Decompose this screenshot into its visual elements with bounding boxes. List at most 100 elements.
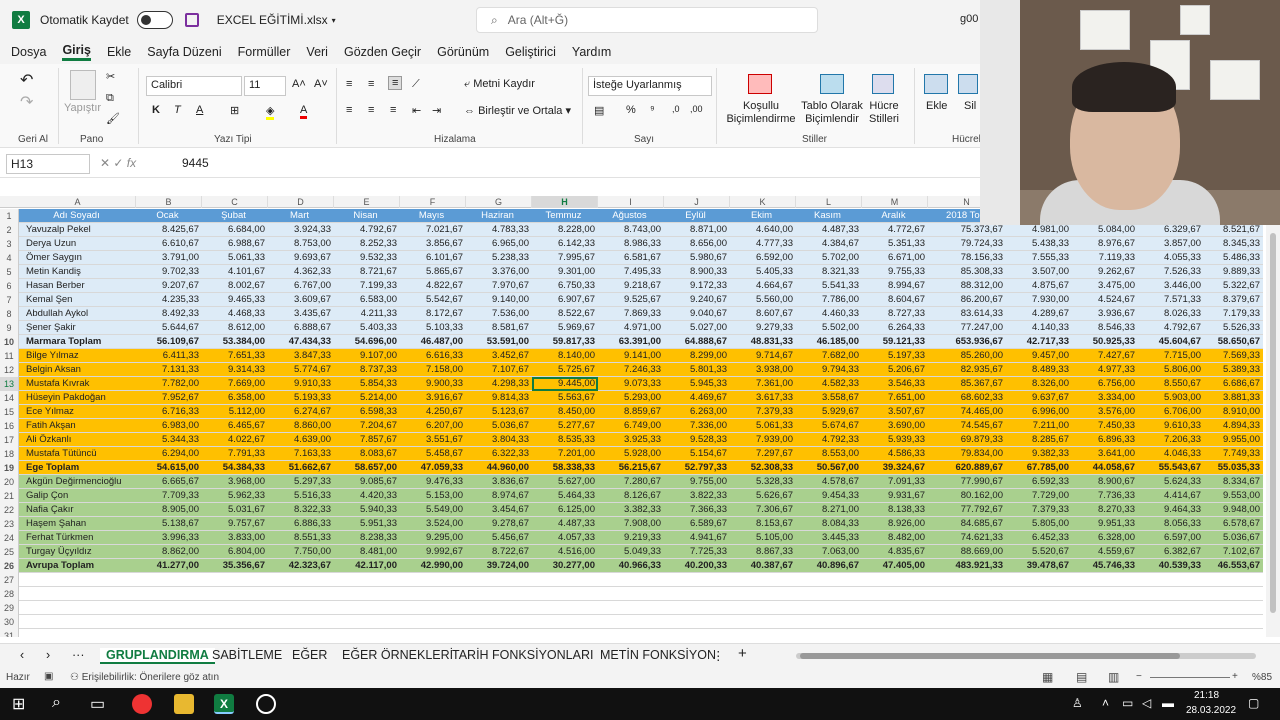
cell[interactable]: 5.084,00 (1072, 223, 1138, 237)
cell[interactable]: 9.219,33 (598, 531, 664, 545)
cell[interactable]: 64.888,67 (664, 335, 730, 349)
cell[interactable]: 7.526,33 (1138, 265, 1204, 279)
cell[interactable]: 40.387,67 (730, 559, 796, 573)
cell[interactable]: 9.279,33 (730, 321, 796, 335)
cell[interactable]: 6.996,00 (1006, 405, 1072, 419)
page-layout-icon[interactable]: ▤ (1076, 670, 1087, 684)
cell[interactable]: Yavuzalp Pekel (20, 223, 136, 237)
cell[interactable]: 5.774,67 (268, 363, 334, 377)
cell[interactable]: 3.856,67 (400, 237, 466, 251)
cell[interactable]: 8.345,33 (1204, 237, 1263, 251)
menu-tab-8[interactable]: Geliştirici (505, 45, 556, 59)
worksheet-grid[interactable]: 1 Adı Soyadı Ocak Şubat Mart Nisan Mayıs Hazira… (0, 209, 1263, 637)
cell[interactable]: 3.791,00 (136, 251, 202, 265)
cell[interactable]: 6.665,67 (136, 475, 202, 489)
cell[interactable]: 8.321,33 (796, 265, 862, 279)
cell[interactable]: 77.247,00 (928, 321, 1006, 335)
align-top-icon[interactable]: ≡ (346, 78, 352, 90)
autosave-toggle[interactable] (136, 11, 173, 29)
cell[interactable]: Mart (268, 209, 334, 223)
cell[interactable]: 7.709,33 (136, 489, 202, 503)
cell[interactable]: 3.804,33 (466, 433, 532, 447)
sheet-tab[interactable]: EĞER ÖRNEKLERİ (342, 648, 453, 662)
cell[interactable]: 8.910,00 (1204, 405, 1263, 419)
align-center-icon[interactable]: ≡ (368, 104, 374, 116)
cell[interactable]: 5.945,33 (664, 377, 730, 391)
tray-chevron-icon[interactable]: ˄ (1102, 696, 1109, 710)
cell[interactable]: 7.791,33 (202, 447, 268, 461)
file-explorer-icon[interactable] (174, 694, 194, 714)
cell[interactable]: 5.154,67 (664, 447, 730, 461)
cell[interactable]: 3.558,67 (796, 391, 862, 405)
cell[interactable]: 7.908,00 (598, 517, 664, 531)
cell[interactable]: 5.031,67 (202, 503, 268, 517)
cell[interactable]: 78.156,33 (928, 251, 1006, 265)
cell[interactable]: 8.521,67 (1204, 223, 1263, 237)
cell[interactable]: 6.101,67 (400, 251, 466, 265)
cell[interactable]: 4.894,33 (1204, 419, 1263, 433)
cell[interactable]: 8.535,33 (532, 433, 598, 447)
cell[interactable]: 8.753,00 (268, 237, 334, 251)
cell[interactable]: 7.201,00 (532, 447, 598, 461)
cell[interactable]: 6.592,33 (1006, 475, 1072, 489)
cell[interactable]: 5.486,33 (1204, 251, 1263, 265)
redo-icon[interactable]: ↷ (20, 92, 33, 112)
cell[interactable]: 8.926,00 (862, 517, 928, 531)
cell[interactable]: 9.910,33 (268, 377, 334, 391)
paste-icon[interactable] (70, 70, 96, 100)
cell[interactable]: 7.179,33 (1204, 307, 1263, 321)
cell[interactable]: 8.271,00 (796, 503, 862, 517)
cell[interactable]: 6.598,33 (334, 405, 400, 419)
cell[interactable]: 9.295,00 (400, 531, 466, 545)
cell[interactable]: 9.794,33 (796, 363, 862, 377)
cell[interactable]: 9.955,00 (1204, 433, 1263, 447)
cell[interactable]: 3.475,00 (1072, 279, 1138, 293)
cell[interactable]: 52.308,33 (730, 461, 796, 475)
cell[interactable]: 4.792,67 (334, 223, 400, 237)
cell[interactable]: 9.931,67 (862, 489, 928, 503)
next-sheet-icon[interactable]: › (46, 648, 50, 662)
cell[interactable]: 9.532,33 (334, 251, 400, 265)
cell[interactable]: 7.555,33 (1006, 251, 1072, 265)
menu-tab-6[interactable]: Gözden Geçir (344, 45, 421, 59)
cell[interactable]: 42.990,00 (400, 559, 466, 573)
cell[interactable]: 7.091,33 (862, 475, 928, 489)
cell[interactable]: 4.941,67 (664, 531, 730, 545)
cell[interactable]: 7.427,67 (1072, 349, 1138, 363)
cell-styles-button[interactable]: Hücre Stilleri (864, 100, 904, 126)
cell[interactable]: 5.027,00 (664, 321, 730, 335)
add-sheet-icon[interactable]: + (738, 645, 747, 662)
cell[interactable]: 8.172,67 (400, 307, 466, 321)
cell[interactable]: Mustafa Kıvrak (20, 377, 136, 391)
cell[interactable]: 4.582,33 (796, 377, 862, 391)
cell[interactable]: 53.591,00 (466, 335, 532, 349)
cell[interactable]: Ege Toplam (20, 461, 136, 475)
cell[interactable]: 3.334,00 (1072, 391, 1138, 405)
cell[interactable]: 8.867,33 (730, 545, 796, 559)
menu-tab-0[interactable]: Dosya (11, 45, 46, 59)
cell[interactable]: 8.656,00 (664, 237, 730, 251)
cell[interactable]: 4.977,33 (1072, 363, 1138, 377)
cell[interactable]: 8.604,67 (862, 293, 928, 307)
cell[interactable]: 8.238,33 (334, 531, 400, 545)
cell[interactable]: 88.312,00 (928, 279, 1006, 293)
cell[interactable]: 3.641,00 (1072, 447, 1138, 461)
merge-center-button[interactable]: ⇔ Birleştir ve Ortala ▾ (464, 104, 571, 117)
prev-sheet-icon[interactable]: ‹ (20, 648, 24, 662)
cell[interactable]: 4.777,33 (730, 237, 796, 251)
task-view-icon[interactable]: ▭ (90, 694, 105, 714)
cell[interactable]: 5.206,67 (862, 363, 928, 377)
cell[interactable]: 41.277,00 (136, 559, 202, 573)
cell[interactable]: 74.621,33 (928, 531, 1006, 545)
cell[interactable]: 40.966,33 (598, 559, 664, 573)
row-header[interactable]: 1 (0, 209, 19, 223)
cell[interactable]: 5.061,33 (730, 419, 796, 433)
cell[interactable]: 5.389,33 (1204, 363, 1263, 377)
cell[interactable]: 6.581,67 (598, 251, 664, 265)
cell[interactable]: 7.782,00 (136, 377, 202, 391)
cell[interactable]: 5.197,33 (862, 349, 928, 363)
row-header[interactable]: 23 (0, 517, 19, 531)
cell[interactable]: 5.458,67 (400, 447, 466, 461)
cell[interactable]: 80.162,00 (928, 489, 1006, 503)
cell[interactable]: 7.158,00 (400, 363, 466, 377)
